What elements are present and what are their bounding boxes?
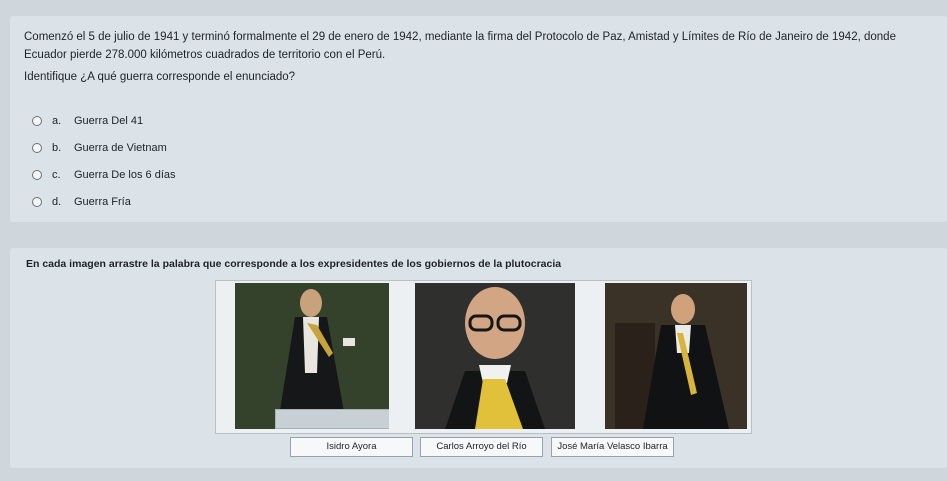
radio-icon[interactable] xyxy=(32,196,42,207)
option-b[interactable]: b. Guerra de Vietnam xyxy=(32,134,176,161)
option-letter: d. xyxy=(52,195,62,208)
portraits-area xyxy=(215,280,752,434)
portrait-3 xyxy=(605,283,747,429)
option-label: Guerra Fría xyxy=(74,195,131,208)
question-text: Comenzó el 5 de julio de 1941 y terminó … xyxy=(24,31,896,61)
radio-icon[interactable] xyxy=(32,169,42,180)
question-2-title: En cada imagen arrastre la palabra que c… xyxy=(26,258,562,270)
portrait-1-image xyxy=(235,283,389,429)
drop-zone-1[interactable] xyxy=(275,409,389,429)
option-d[interactable]: d. Guerra Fría xyxy=(32,188,176,215)
question-prompt: Identifique ¿A qué guerra corresponde el… xyxy=(24,71,296,83)
radio-icon[interactable] xyxy=(32,115,42,126)
radio-icon[interactable] xyxy=(32,142,42,153)
option-label: Guerra De los 6 días xyxy=(74,168,176,181)
option-letter: b. xyxy=(52,141,62,154)
portrait-2 xyxy=(415,283,575,429)
portrait-1 xyxy=(235,283,389,429)
drag-item-velasco-ibarra[interactable]: José María Velasco Ibarra xyxy=(551,437,674,457)
option-label: Guerra de Vietnam xyxy=(74,141,167,154)
option-a[interactable]: a. Guerra Del 41 xyxy=(32,107,176,134)
portrait-3-image xyxy=(605,283,747,429)
option-label: Guerra Del 41 xyxy=(74,114,144,127)
question-2-panel: En cada imagen arrastre la palabra que c… xyxy=(10,248,947,468)
portrait-2-image xyxy=(415,283,575,429)
option-c[interactable]: c. Guerra De los 6 días xyxy=(32,161,176,188)
option-letter: a. xyxy=(52,114,62,127)
answer-options: a. Guerra Del 41 b. Guerra de Vietnam c.… xyxy=(32,107,176,215)
question-1-panel: Comenzó el 5 de julio de 1941 y terminó … xyxy=(10,16,947,222)
drag-item-carlos-arroyo[interactable]: Carlos Arroyo del Río xyxy=(420,437,543,457)
drag-item-isidro-ayora[interactable]: Isidro Ayora xyxy=(290,437,413,457)
option-letter: c. xyxy=(52,168,61,181)
